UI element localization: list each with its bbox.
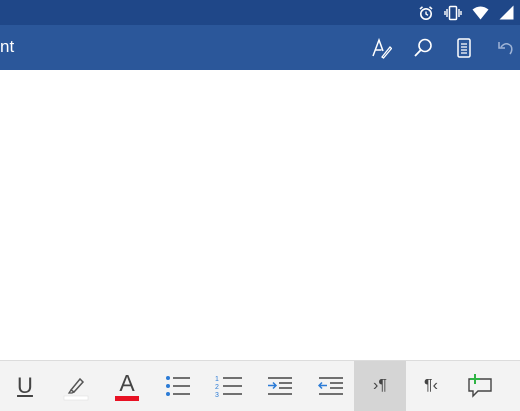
underline-icon: U <box>17 373 33 398</box>
font-color-button[interactable]: A <box>102 361 152 411</box>
bulleted-list-icon <box>165 375 191 397</box>
document-title[interactable]: nt <box>0 37 14 57</box>
svg-text:1: 1 <box>215 376 219 383</box>
highlight-button[interactable] <box>51 361 101 411</box>
rtl-paragraph-button[interactable]: ¶‹ <box>406 361 456 411</box>
highlighter-icon <box>61 371 91 401</box>
ltr-paragraph-icon: ›¶ <box>373 377 387 394</box>
wifi-icon <box>472 6 489 20</box>
document-canvas[interactable] <box>0 70 520 360</box>
search-button[interactable] <box>409 34 437 62</box>
vibrate-icon <box>444 5 462 21</box>
increase-indent-icon <box>267 376 293 396</box>
decrease-indent-button[interactable] <box>306 361 356 411</box>
signal-icon <box>499 5 514 20</box>
bullets-button[interactable] <box>153 361 203 411</box>
svg-text:2: 2 <box>215 384 219 391</box>
formatting-ribbon: U A 1 2 3 ›¶ ¶‹ <box>0 360 520 411</box>
underline-button[interactable]: U <box>0 361 50 411</box>
numbering-button[interactable]: 1 2 3 <box>204 361 254 411</box>
new-comment-button[interactable] <box>455 361 505 411</box>
reading-view-icon <box>455 37 473 59</box>
text-style-button[interactable] <box>367 34 395 62</box>
app-bar: nt <box>0 25 520 70</box>
numbered-list-icon: 1 2 3 <box>215 374 243 398</box>
font-color-control: A <box>115 369 139 401</box>
ltr-paragraph-button[interactable]: ›¶ <box>354 361 406 411</box>
undo-button[interactable] <box>492 34 520 62</box>
font-color-icon: A <box>119 369 135 396</box>
search-icon <box>412 37 434 59</box>
text-style-icon <box>370 37 392 59</box>
reading-view-button[interactable] <box>450 34 478 62</box>
font-color-swatch <box>115 395 139 401</box>
rtl-paragraph-icon: ¶‹ <box>424 377 438 394</box>
alarm-icon <box>418 5 434 21</box>
increase-indent-button[interactable] <box>255 361 305 411</box>
new-comment-icon <box>466 373 494 399</box>
undo-icon <box>496 38 516 58</box>
status-bar <box>0 0 520 25</box>
svg-text:3: 3 <box>215 392 219 398</box>
status-icons <box>418 4 514 21</box>
decrease-indent-icon <box>318 376 344 396</box>
